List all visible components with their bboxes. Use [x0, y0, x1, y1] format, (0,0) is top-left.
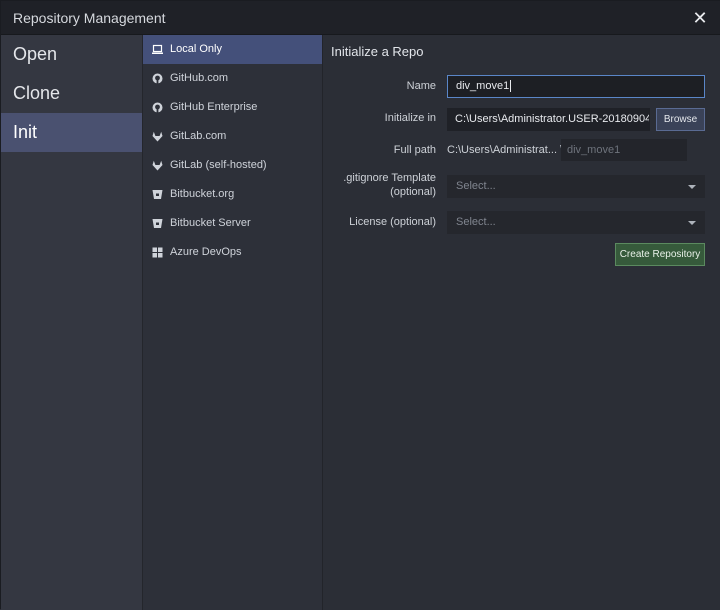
gitignore-template-select[interactable]: Select...: [447, 175, 705, 198]
full-path-suffix: div_move1: [561, 139, 687, 161]
github-icon: [152, 102, 163, 113]
license-select[interactable]: Select...: [447, 211, 705, 234]
close-icon[interactable]: ✕: [689, 7, 711, 29]
nav-item-open[interactable]: Open: [1, 35, 142, 74]
provider-label: GitLab (self-hosted): [170, 159, 267, 171]
title-bar: Repository Management ✕: [1, 1, 720, 35]
provider-label: GitHub Enterprise: [170, 101, 258, 113]
provider-item-bitbucket-org[interactable]: Bitbucket.org: [143, 180, 322, 209]
nav-item-init[interactable]: Init: [1, 113, 142, 152]
provider-item-local-only[interactable]: Local Only: [143, 35, 322, 64]
provider-label: Bitbucket.org: [170, 188, 235, 200]
initialize-in-input[interactable]: C:\Users\Administrator.USER-20180904: [447, 108, 650, 131]
gitlab-icon: [152, 131, 163, 142]
name-input-value: div_move1: [456, 80, 510, 92]
create-repository-button[interactable]: Create Repository: [615, 243, 705, 266]
provider-label: GitLab.com: [170, 130, 227, 142]
panel-heading: Initialize a Repo: [331, 44, 424, 59]
provider-item-gitlab-com[interactable]: GitLab.com: [143, 122, 322, 151]
name-label: Name: [406, 80, 436, 92]
name-input[interactable]: div_move1: [447, 75, 705, 98]
repository-management-dialog: Repository Management ✕ Open Clone Init …: [0, 0, 720, 610]
bitbucket-icon: [152, 190, 163, 199]
gitlab-icon: [152, 160, 163, 171]
gitignore-placeholder: Select...: [456, 180, 496, 192]
provider-label: Azure DevOps: [170, 246, 242, 258]
provider-item-github-com[interactable]: GitHub.com: [143, 64, 322, 93]
chevron-down-icon: [688, 185, 696, 189]
provider-item-gitlab-self-hosted[interactable]: GitLab (self-hosted): [143, 151, 322, 180]
main-nav: Open Clone Init: [1, 35, 143, 610]
gitignore-label: .gitignore Template (optional): [343, 171, 436, 199]
gitignore-label-line1: .gitignore Template: [343, 172, 436, 184]
provider-label: Bitbucket Server: [170, 217, 251, 229]
windows-icon: [152, 247, 163, 258]
text-cursor: [510, 80, 512, 93]
provider-label: Local Only: [170, 43, 222, 55]
initialize-in-label: Initialize in: [384, 112, 436, 124]
license-placeholder: Select...: [456, 216, 496, 228]
license-label: License (optional): [349, 216, 436, 228]
laptop-icon: [152, 44, 163, 54]
github-icon: [152, 73, 163, 84]
nav-item-clone[interactable]: Clone: [1, 74, 142, 113]
browse-button[interactable]: Browse: [656, 108, 705, 131]
full-path-label: Full path: [393, 144, 436, 156]
provider-item-github-enterprise[interactable]: GitHub Enterprise: [143, 93, 322, 122]
bitbucket-icon: [152, 219, 163, 228]
gitignore-label-line2: (optional): [390, 186, 436, 198]
provider-item-bitbucket-server[interactable]: Bitbucket Server: [143, 209, 322, 238]
provider-label: GitHub.com: [170, 72, 229, 84]
window-title: Repository Management: [13, 10, 166, 26]
full-path-prefix: C:\Users\Administrat... \: [447, 144, 564, 156]
provider-list: Local Only GitHub.com GitHub Enterprise …: [143, 35, 323, 610]
chevron-down-icon: [688, 221, 696, 225]
provider-item-azure-devops[interactable]: Azure DevOps: [143, 238, 322, 267]
init-repo-panel: Initialize a Repo Name div_move1 Initial…: [323, 35, 720, 610]
